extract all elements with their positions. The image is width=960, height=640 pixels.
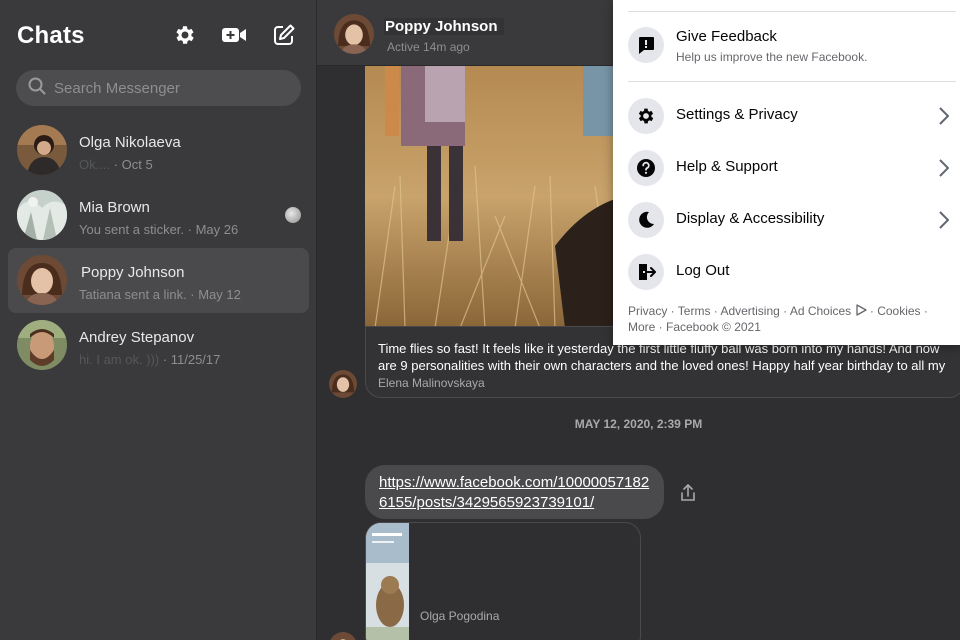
avatar — [17, 255, 67, 305]
chat-preview: Tatiana sent a link. · May 12 — [79, 287, 241, 302]
caption-line: are 9 personalities with their own chara… — [378, 358, 946, 373]
chevron-right-icon — [934, 210, 954, 230]
link-preview-author: Olga Pogodina — [420, 609, 500, 623]
avatar — [17, 125, 67, 175]
search-bar[interactable] — [16, 70, 301, 106]
link-preview-thumbnail — [366, 523, 409, 640]
contact-avatar[interactable] — [334, 14, 374, 54]
message-avatar — [329, 370, 357, 398]
date-separator: MAY 12, 2020, 2:39 PM — [574, 417, 703, 431]
video-plus-icon[interactable] — [221, 22, 247, 48]
chat-preview: You sent a sticker. · May 26 — [79, 222, 239, 237]
search-icon — [28, 77, 46, 100]
caption-source: Elena Malinovskaya — [378, 376, 485, 390]
link-preview-card[interactable]: Olga Pogodina — [365, 522, 641, 640]
caption-text: Time flies so fast! It feels like it yes… — [378, 340, 960, 374]
menu-divider — [628, 81, 956, 82]
shared-photo[interactable] — [365, 66, 625, 328]
footer-links-line1[interactable]: Privacy · Terms · Advertising · Ad Choic… — [628, 304, 851, 318]
chat-preview-time: · 11/25/17 — [159, 352, 221, 367]
menu-item-label: Help & Support — [676, 158, 778, 175]
menu-give-feedback[interactable]: Give Feedback Help us improve the new Fa… — [628, 22, 956, 78]
contact-status: Active 14m ago — [387, 40, 470, 54]
chat-item-poppy-johnson[interactable]: Poppy Johnson Tatiana sent a link. · May… — [8, 248, 309, 313]
menu-footer-links: Privacy · Terms · Advertising · Ad Choic… — [628, 303, 953, 335]
chat-item-andrey-stepanov[interactable]: Andrey Stepanov hi. I am ok. ))) · 11/25… — [8, 313, 309, 378]
compose-icon[interactable] — [271, 22, 297, 48]
menu-help-support[interactable]: Help & Support — [628, 144, 956, 192]
search-input[interactable] — [54, 79, 284, 97]
settings-icon — [628, 98, 664, 134]
chat-item-mia-brown[interactable]: Mia Brown You sent a sticker. · May 26 — [8, 183, 309, 248]
chat-name: Olga Nikolaeva — [79, 134, 181, 151]
message-avatar — [329, 632, 357, 640]
contact-name[interactable]: Poppy Johnson — [384, 18, 504, 35]
menu-item-label: Display & Accessibility — [676, 210, 825, 227]
feedback-icon — [628, 27, 664, 63]
avatar — [17, 190, 67, 240]
menu-item-label: Settings & Privacy — [676, 106, 798, 123]
menu-item-sublabel: Help us improve the new Facebook. — [676, 50, 868, 64]
account-menu: Give Feedback Help us improve the new Fa… — [613, 0, 960, 345]
chat-name: Andrey Stepanov — [79, 329, 195, 346]
chats-title: Chats — [17, 22, 85, 49]
chat-preview-time: · Oct 5 — [110, 157, 153, 172]
menu-log-out[interactable]: Log Out — [628, 248, 956, 296]
chat-preview: Ok.... · Oct 5 — [79, 157, 153, 172]
moon-icon — [628, 202, 664, 238]
footer-cookies-link[interactable]: · Cookies · — [870, 304, 928, 318]
menu-display-accessibility[interactable]: Display & Accessibility — [628, 196, 956, 244]
help-icon — [628, 150, 664, 186]
chevron-right-icon — [934, 158, 954, 178]
chat-name: Mia Brown — [79, 199, 150, 216]
chevron-right-icon — [934, 106, 954, 126]
menu-item-label: Give Feedback — [676, 28, 777, 45]
chat-preview-blurred: Ok.... — [79, 157, 111, 172]
message-link[interactable]: https://www.facebook.com/100000571826155… — [379, 473, 650, 513]
chats-sidebar: Chats Search Messenger Olga Nikolaeva Ok… — [0, 0, 317, 640]
chat-preview: hi. I am ok. ))) · 11/25/17 — [79, 352, 220, 367]
share-icon[interactable] — [675, 480, 701, 506]
ad-choices-icon — [855, 304, 870, 318]
avatar — [17, 320, 67, 370]
link-message-bubble: https://www.facebook.com/100000571826155… — [365, 465, 664, 519]
logout-icon — [628, 254, 664, 290]
gear-icon[interactable] — [172, 22, 198, 48]
chat-list: Olga Nikolaeva Ok.... · Oct 5 Mia Brown … — [8, 118, 309, 378]
chat-item-olga-nikolaeva[interactable]: Olga Nikolaeva Ok.... · Oct 5 — [8, 118, 309, 183]
footer-links-line2[interactable]: More · Facebook © 2021 — [628, 319, 953, 335]
chat-name: Poppy Johnson — [81, 264, 185, 281]
read-receipt-icon — [285, 207, 301, 223]
menu-item-label: Log Out — [676, 262, 730, 279]
chat-preview-blurred: hi. I am ok. ))) — [79, 352, 160, 367]
menu-settings-privacy[interactable]: Settings & Privacy — [628, 92, 956, 140]
menu-divider — [628, 11, 956, 12]
